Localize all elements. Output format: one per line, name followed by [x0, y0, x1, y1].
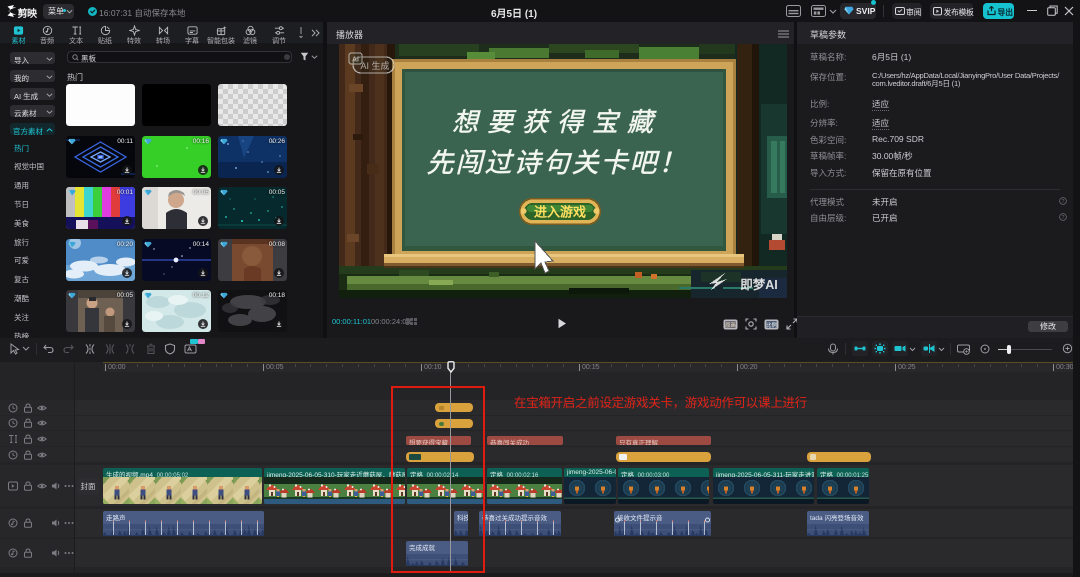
- svg-text:?: ?: [1062, 199, 1065, 205]
- svg-text:想要获得宝藏: 想要获得宝藏: [452, 108, 662, 137]
- svg-text:进入游戏: 进入游戏: [534, 205, 586, 220]
- svg-text:比例: 比例: [766, 321, 778, 329]
- svg-text:AI 生成: AI 生成: [360, 60, 389, 71]
- svg-text:即梦AI: 即梦AI: [740, 277, 778, 292]
- svg-text:AI: AI: [352, 57, 359, 64]
- svg-text:先闯过诗句关卡吧！: 先闯过诗句关卡吧！: [427, 148, 688, 178]
- svg-text:?: ?: [1062, 215, 1065, 221]
- svg-text:原画: 原画: [725, 322, 736, 329]
